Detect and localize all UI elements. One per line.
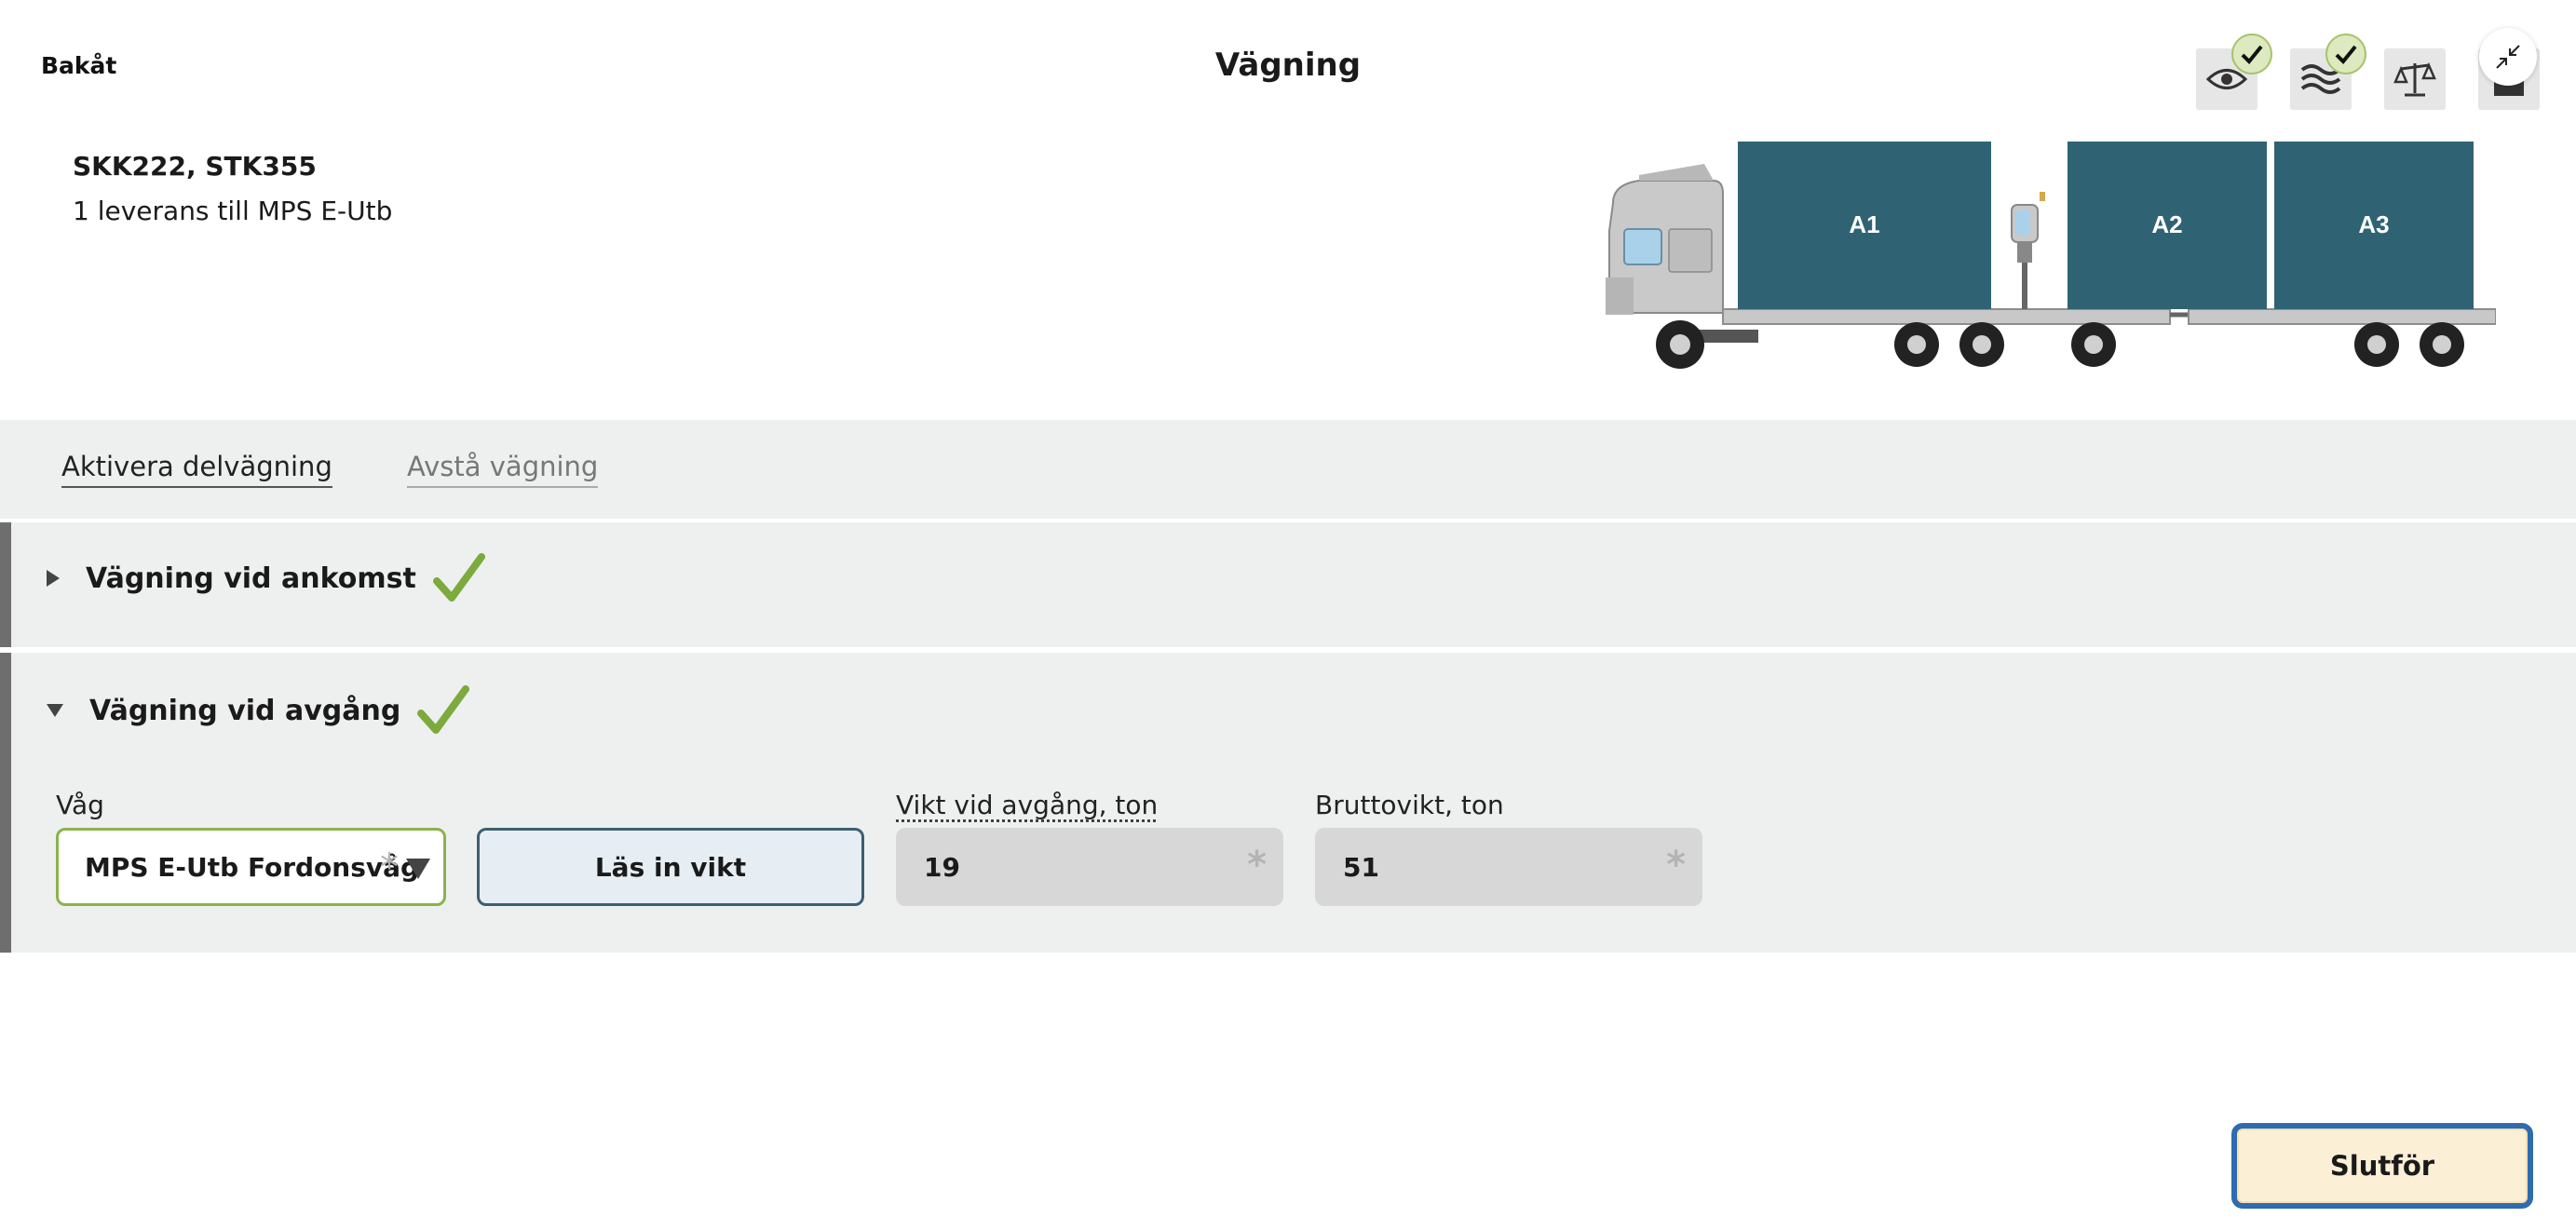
skip-weighing-link[interactable]: Avstå vägning (407, 451, 599, 488)
truck-illustration: A1 A2 A3 (1606, 142, 2496, 369)
action-bar (0, 420, 2576, 519)
delivery-info: 1 leverans till MPS E-Utb (73, 196, 393, 226)
required-asterisk-icon: * (380, 846, 399, 889)
scale-select[interactable]: MPS E-Utb Fordonsvåg * (56, 828, 446, 906)
arrival-weighing-header[interactable]: Vägning vid ankomst (45, 553, 485, 603)
back-link[interactable]: Bakåt (41, 52, 116, 79)
gross-weight-value: 51 (1343, 851, 1379, 883)
compartment-a3-label: A3 (2358, 210, 2389, 238)
crane-icon (2011, 192, 2045, 309)
scale-select-value: MPS E-Utb Fordonsvåg (85, 851, 420, 883)
wheels-icon (1656, 320, 2464, 369)
scale-status-button[interactable] (2384, 48, 2446, 110)
departure-weight-label: Vikt vid avgång, ton (896, 790, 1159, 820)
page-title: Vägning (1214, 47, 1362, 84)
checkmark-badge-icon (2325, 34, 2366, 74)
caret-right-icon (47, 570, 60, 587)
gross-weight-label: Bruttovikt, ton (1315, 790, 1504, 820)
departure-weighing-header[interactable]: Vägning vid avgång (45, 685, 470, 736)
caret-down-icon (47, 704, 63, 717)
collapse-arrows-icon (2496, 45, 2520, 69)
vehicle-ids: SKK222, STK355 (73, 151, 317, 182)
finish-button[interactable]: Slutför (2231, 1123, 2533, 1209)
departure-weight-value: 19 (924, 851, 960, 883)
arrival-weighing-title: Vägning vid ankomst (86, 561, 416, 595)
required-asterisk-icon: * (1247, 844, 1267, 886)
compartment-a1-label: A1 (1849, 210, 1879, 238)
check-icon (432, 553, 485, 602)
required-asterisk-icon: * (1666, 844, 1686, 886)
compartment-a2-label: A2 (2151, 210, 2182, 238)
departure-weighing-title: Vägning vid avgång (89, 694, 401, 727)
activate-partial-weighing-link[interactable]: Aktivera delvägning (61, 451, 332, 488)
departure-weight-field[interactable]: 19 * (896, 828, 1283, 906)
waves-status-button[interactable] (2290, 34, 2366, 110)
scale-icon (2393, 61, 2436, 97)
check-icon (417, 685, 470, 734)
checkmark-badge-icon (2231, 34, 2272, 74)
collapse-button[interactable] (2479, 28, 2537, 86)
dropdown-arrow-icon (406, 859, 430, 879)
scale-label: Våg (56, 790, 104, 820)
gross-weight-field[interactable]: 51 * (1315, 828, 1702, 906)
eye-status-button[interactable] (2196, 34, 2272, 110)
read-weight-button[interactable]: Läs in vikt (477, 828, 864, 906)
